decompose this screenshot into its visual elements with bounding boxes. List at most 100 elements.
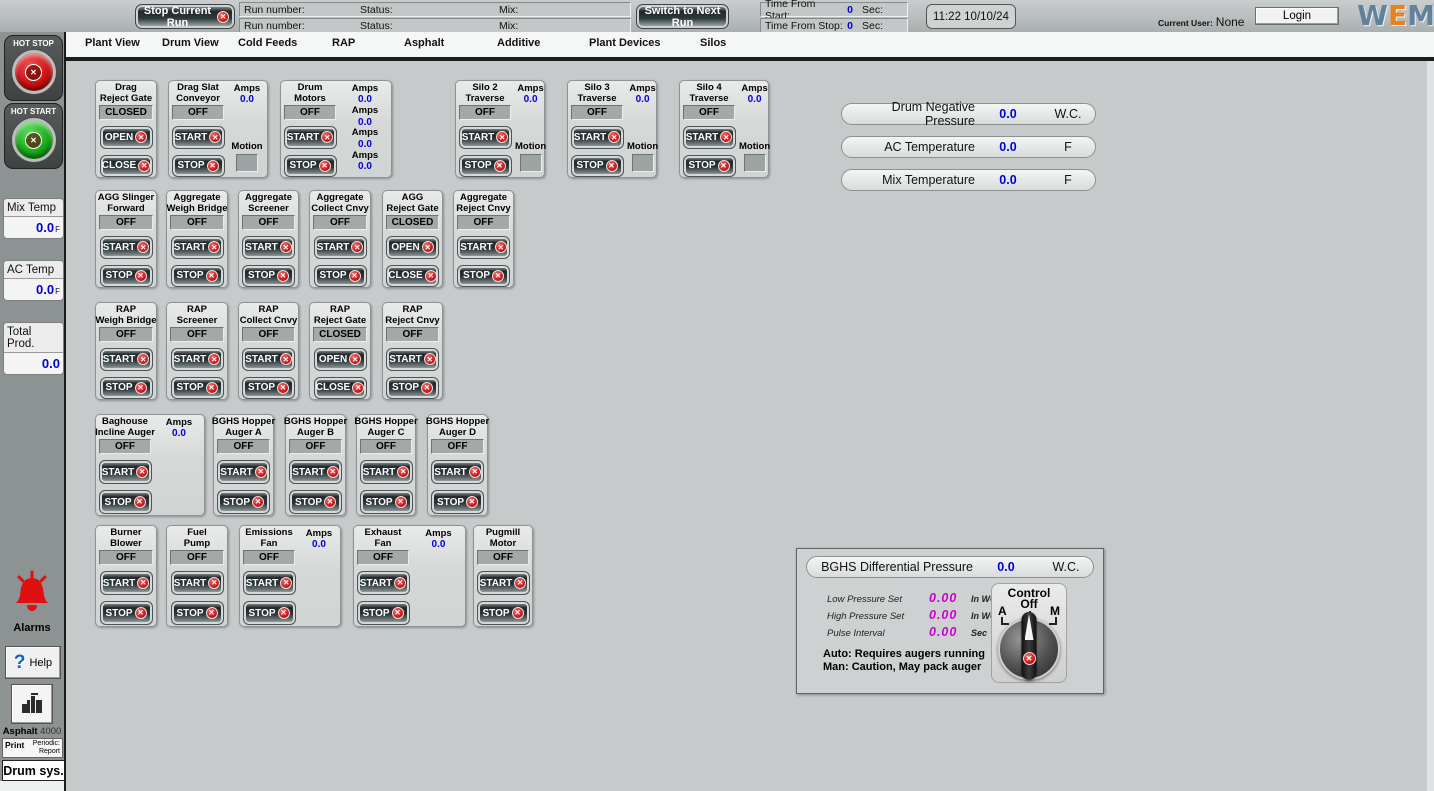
sidebar-readout-total-prod: Total Prod.0.0	[3, 322, 64, 375]
start-button[interactable]: START✕	[357, 571, 410, 595]
stop-button[interactable]: STOP✕	[431, 490, 484, 514]
start-button[interactable]: START✕	[100, 571, 153, 595]
panel-title: Exhaust Fan	[365, 528, 402, 549]
setpoint-value[interactable]: 0.00	[929, 591, 971, 605]
start-button[interactable]: START✕	[99, 460, 152, 484]
knob-handle[interactable]: ✕	[1022, 612, 1037, 680]
start-button[interactable]: START✕	[314, 236, 367, 259]
switch-to-next-run-button[interactable]: Switch to Next Run	[636, 4, 729, 29]
setpoint-value[interactable]: 0.00	[929, 625, 971, 639]
stop-button[interactable]: STOP✕	[386, 377, 439, 400]
amps-label: Amps	[299, 529, 339, 539]
stop-button[interactable]: STOP✕	[100, 377, 153, 400]
stop-button[interactable]: STOP✕	[477, 601, 530, 625]
start-button[interactable]: START✕	[171, 571, 224, 595]
menu-item-silos[interactable]: Silos	[700, 37, 726, 49]
stop-button[interactable]: STOP✕	[357, 601, 410, 625]
panel-controls: Baghouse Incline AugerOFFSTART✕STOP✕	[96, 415, 154, 515]
status-indicator: CLOSED	[99, 105, 153, 120]
stop-button[interactable]: STOP✕	[243, 601, 296, 625]
asphalt-4000-group: Asphalt 4000	[0, 684, 64, 737]
stop-button[interactable]: STOP✕	[100, 601, 153, 625]
status-indicator: OFF	[99, 439, 151, 454]
start-button[interactable]: START✕	[386, 348, 439, 371]
stop-button[interactable]: STOP✕	[289, 490, 342, 514]
stop-current-run-button[interactable]: Stop Current Run ✕	[135, 4, 235, 29]
start-button[interactable]: START✕	[477, 571, 530, 595]
x-icon: ✕	[422, 241, 434, 253]
start-button[interactable]: START✕	[457, 236, 510, 259]
amps-readout: Amps0.0	[340, 106, 390, 127]
stop-button[interactable]: STOP✕	[314, 265, 367, 288]
start-button[interactable]: START✕	[431, 460, 484, 484]
start-button[interactable]: START✕	[171, 236, 224, 259]
close-button[interactable]: CLOSE✕	[100, 155, 153, 178]
stop-button[interactable]: STOP✕	[457, 265, 510, 288]
menu-item-plant-view[interactable]: Plant View	[85, 37, 140, 49]
stop-button[interactable]: STOP✕	[459, 155, 512, 178]
x-icon: ✕	[606, 160, 618, 172]
start-button[interactable]: START✕	[360, 460, 413, 484]
hot-start-button[interactable]: ✕	[12, 118, 56, 162]
panel-controls: Burner BlowerOFFSTART✕STOP✕	[96, 526, 156, 626]
start-button[interactable]: START✕	[171, 348, 224, 371]
start-button[interactable]: START✕	[100, 236, 153, 259]
stop-button[interactable]: STOP✕	[100, 265, 153, 288]
stop-button[interactable]: STOP✕	[99, 490, 152, 514]
menu-item-rap[interactable]: RAP	[332, 37, 355, 49]
start-button[interactable]: START✕	[289, 460, 342, 484]
button-label: START	[245, 354, 278, 365]
open-button[interactable]: OPEN✕	[314, 348, 367, 371]
amps-value: 0.0	[340, 161, 390, 172]
stop-button[interactable]: STOP✕	[242, 377, 295, 400]
start-button[interactable]: START✕	[571, 126, 624, 149]
hot-stop-button[interactable]: ✕	[12, 50, 56, 94]
stop-button[interactable]: STOP✕	[171, 377, 224, 400]
status-label: Status:	[360, 4, 499, 16]
stop-button[interactable]: STOP✕	[171, 601, 224, 625]
sidebar: HOT STOP ✕ HOT START ✕ Mix Temp0.0FAC Te…	[0, 32, 66, 791]
start-button[interactable]: START✕	[242, 236, 295, 259]
start-button[interactable]: START✕	[683, 126, 736, 149]
sidebar-readout-label: Mix Temp	[4, 199, 63, 217]
start-button[interactable]: START✕	[242, 348, 295, 371]
panel-rap-screener: RAP ScreenerOFFSTART✕STOP✕	[166, 302, 228, 400]
stop-button[interactable]: STOP✕	[171, 265, 224, 288]
start-button[interactable]: START✕	[100, 348, 153, 371]
print-periodic-report-button[interactable]: Print Periodic: Report	[2, 738, 63, 758]
start-button[interactable]: START✕	[459, 126, 512, 149]
stop-button[interactable]: STOP✕	[172, 155, 225, 178]
stop-button[interactable]: STOP✕	[242, 265, 295, 288]
menu-item-plant-devices[interactable]: Plant Devices	[589, 37, 661, 49]
open-button[interactable]: OPEN✕	[386, 236, 439, 259]
start-button[interactable]: START✕	[217, 460, 270, 484]
asphalt-4000-button[interactable]	[11, 684, 53, 724]
close-button[interactable]: CLOSE✕	[314, 377, 367, 400]
open-button[interactable]: OPEN✕	[100, 126, 153, 149]
alarms-button[interactable]: Alarms	[0, 570, 64, 634]
menu-item-drum-view[interactable]: Drum View	[162, 37, 219, 49]
stop-button[interactable]: STOP✕	[284, 155, 337, 178]
x-icon: ✕	[280, 353, 292, 365]
stop-button[interactable]: STOP✕	[217, 490, 270, 514]
stop-button[interactable]: STOP✕	[683, 155, 736, 178]
help-button[interactable]: ? Help	[5, 646, 61, 679]
menu-item-asphalt[interactable]: Asphalt	[404, 37, 444, 49]
panel-title: Aggregate Reject Cnvy	[456, 193, 510, 214]
start-button[interactable]: START✕	[243, 571, 296, 595]
button-label: START	[480, 578, 513, 589]
start-button[interactable]: START✕	[172, 126, 225, 149]
menu-item-cold-feeds[interactable]: Cold Feeds	[238, 37, 297, 49]
close-button[interactable]: CLOSE✕	[386, 265, 439, 288]
menu-item-additive[interactable]: Additive	[497, 37, 540, 49]
login-button[interactable]: Login	[1255, 7, 1339, 25]
x-icon: ✕	[469, 466, 481, 478]
button-label: STOP	[295, 497, 322, 508]
start-button[interactable]: START✕	[284, 126, 337, 149]
current-user: Current User: None	[1158, 15, 1244, 29]
plant-icon	[18, 689, 46, 717]
setpoint-value[interactable]: 0.00	[929, 608, 971, 622]
panel-controls: Silo 2 TraverseOFFSTART✕STOP✕	[456, 81, 514, 177]
stop-button[interactable]: STOP✕	[360, 490, 413, 514]
stop-button[interactable]: STOP✕	[571, 155, 624, 178]
